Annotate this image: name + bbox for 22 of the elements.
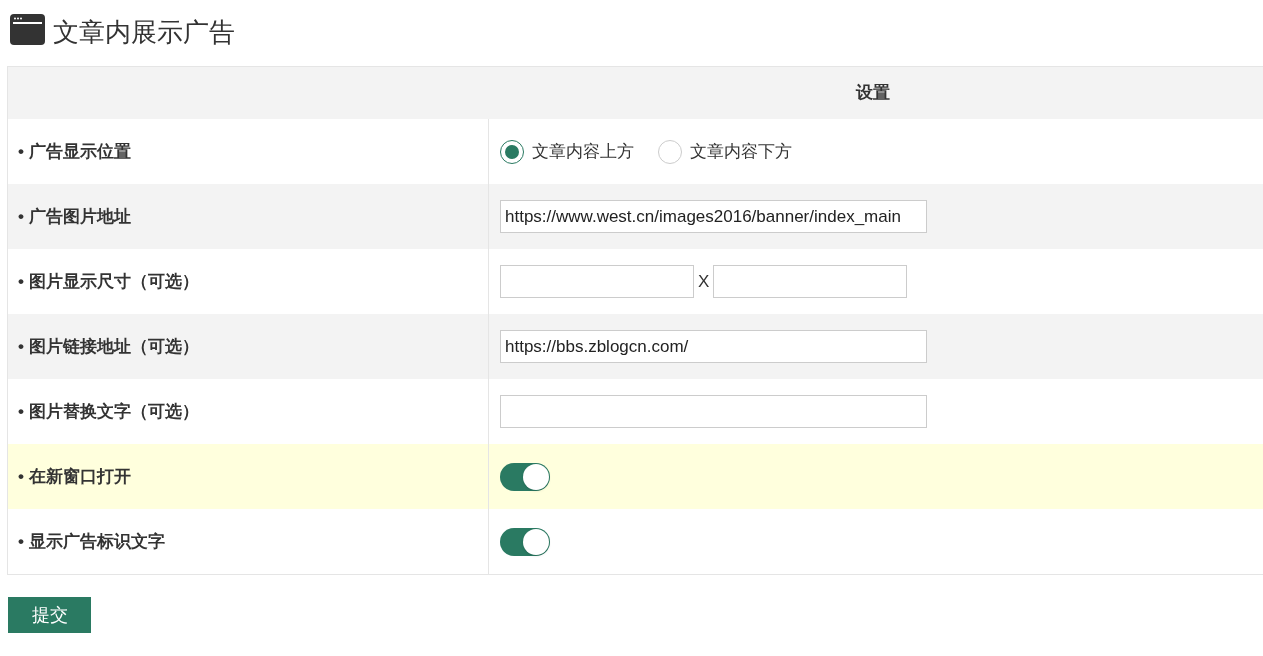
radio-option[interactable]: 文章内容下方 <box>658 138 792 165</box>
text-field[interactable]: https://www.west.cn/images2016/banner/index_main <box>500 200 927 233</box>
window-icon <box>10 14 45 45</box>
setting-label: • 广告显示位置 <box>18 140 131 163</box>
submit-button[interactable]: 提交 <box>8 597 91 633</box>
page-title: 文章内展示广告 <box>53 16 235 49</box>
width-field[interactable] <box>500 265 694 298</box>
toggle-switch[interactable] <box>500 527 550 556</box>
setting-label: • 图片链接地址（可选） <box>18 335 199 358</box>
column-header: 设置 <box>855 82 890 105</box>
setting-label: • 广告图片地址 <box>18 205 131 228</box>
text-field[interactable]: https://bbs.zblogcn.com/ <box>500 330 927 363</box>
text-field[interactable] <box>500 395 927 428</box>
radio-button[interactable] <box>500 139 524 164</box>
setting-label: • 显示广告标识文字 <box>18 530 165 553</box>
radio-option[interactable]: 文章内容上方 <box>500 138 634 165</box>
height-field[interactable] <box>713 265 908 298</box>
toggle-switch[interactable] <box>500 462 550 491</box>
setting-label: • 图片替换文字（可选） <box>18 400 199 423</box>
size-separator: X <box>698 270 710 293</box>
setting-label: • 图片显示尺寸（可选） <box>18 270 199 293</box>
setting-label: • 在新窗口打开 <box>18 465 131 488</box>
